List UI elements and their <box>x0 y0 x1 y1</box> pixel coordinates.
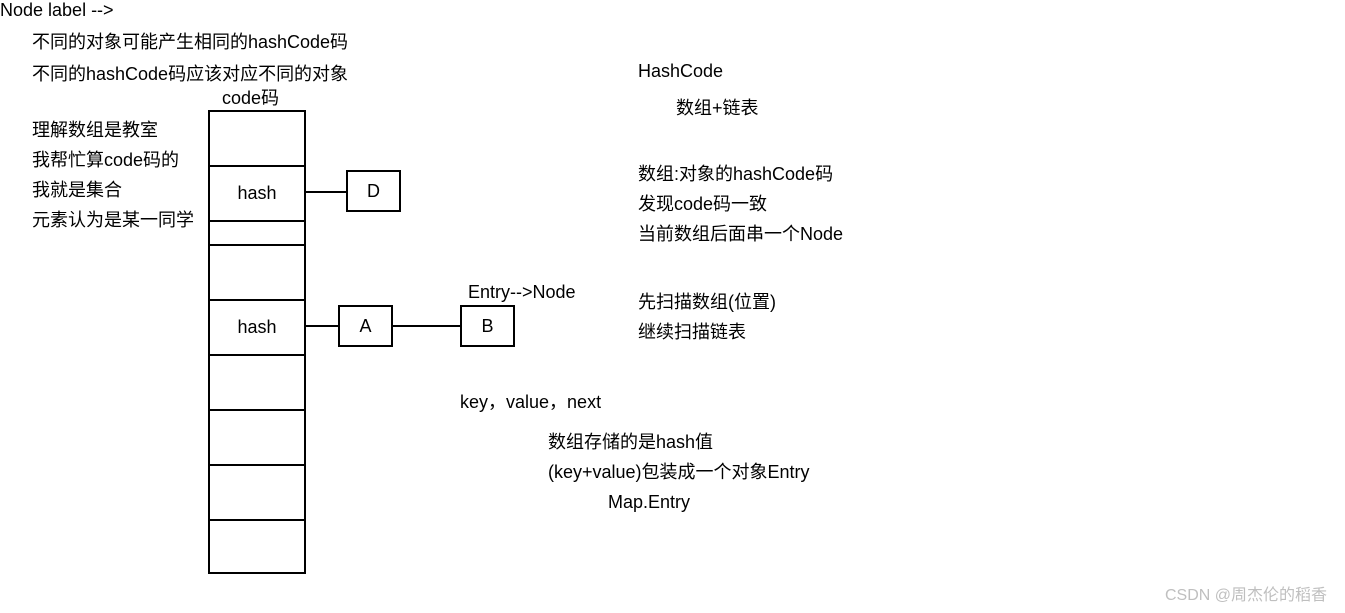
array-cell-7 <box>208 464 306 519</box>
left-line-4: 元素认为是某一同学 <box>32 208 194 233</box>
array-cell-3 <box>208 244 306 299</box>
right-text-3: 发现code码一致 <box>638 192 767 217</box>
array-cell-2 <box>208 220 306 244</box>
array-cell-4: hash <box>208 299 306 354</box>
bottom-line-4: Map.Entry <box>608 490 690 515</box>
right-title: HashCode <box>638 59 723 84</box>
top-line-1: 不同的对象可能产生相同的hashCode码 <box>32 30 348 55</box>
array-cell-6 <box>208 409 306 464</box>
array-label: code码 <box>222 86 279 111</box>
array-cell-1: hash <box>208 165 306 220</box>
bottom-line-1: key，value，next <box>460 390 601 415</box>
right-text-6: 继续扫描链表 <box>638 320 746 345</box>
connector-line <box>306 325 338 327</box>
watermark: CSDN @周杰伦的稻香 <box>1165 581 1327 605</box>
entry-node-label: Entry-->Node <box>468 280 576 305</box>
right-text-5: 先扫描数组(位置) <box>638 290 776 315</box>
node-a: A <box>338 305 393 347</box>
left-line-3: 我就是集合 <box>32 178 122 203</box>
array-cell-8 <box>208 519 306 574</box>
bottom-line-2: 数组存储的是hash值 <box>548 430 713 455</box>
left-line-1: 理解数组是教室 <box>32 118 158 143</box>
left-line-2: 我帮忙算code码的 <box>32 148 179 173</box>
right-text-2: 数组:对象的hashCode码 <box>638 162 833 187</box>
right-text-4: 当前数组后面串一个Node <box>638 222 843 247</box>
array-cell-0 <box>208 110 306 165</box>
right-text-1: 数组+链表 <box>676 96 759 121</box>
connector-line <box>306 191 346 193</box>
bottom-line-3: (key+value)包装成一个对象Entry <box>548 460 810 485</box>
node-d: D <box>346 170 401 212</box>
top-line-2: 不同的hashCode码应该对应不同的对象 <box>32 62 348 87</box>
node-b: B <box>460 305 515 347</box>
array-cell-5 <box>208 354 306 409</box>
array-column: hash hash <box>208 110 306 574</box>
connector-line <box>393 325 460 327</box>
